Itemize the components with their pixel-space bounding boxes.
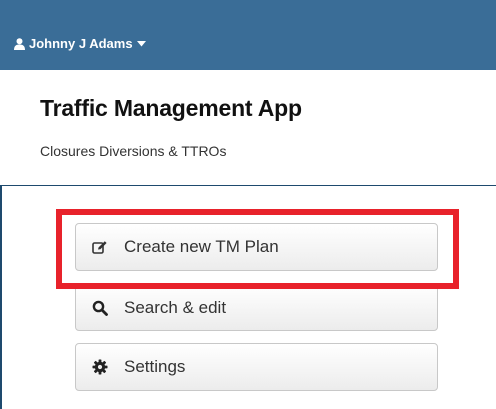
user-icon <box>14 37 25 50</box>
page-title: Traffic Management App <box>40 95 302 121</box>
search-icon <box>92 300 124 316</box>
settings-label: Settings <box>124 357 186 376</box>
settings-button[interactable]: Settings <box>75 343 438 391</box>
user-menu[interactable]: Johnny J Adams <box>14 36 146 51</box>
page-subtitle: Closures Diversions & TTROs <box>40 143 227 159</box>
gear-icon <box>92 359 124 375</box>
user-name: Johnny J Adams <box>29 36 133 51</box>
app-page: Johnny J Adams Traffic Management App Cl… <box>0 0 496 409</box>
panel-border <box>0 186 2 409</box>
app-header: Traffic Management App Closures Diversio… <box>0 70 496 186</box>
search-edit-button[interactable]: Search & edit <box>75 284 438 331</box>
create-tm-plan-button[interactable]: Create new TM Plan <box>75 223 438 271</box>
caret-down-icon <box>136 40 146 47</box>
search-edit-label: Search & edit <box>124 297 227 317</box>
edit-icon <box>92 240 124 255</box>
top-navbar: Johnny J Adams <box>0 0 496 70</box>
create-tm-plan-label: Create new TM Plan <box>124 237 279 256</box>
